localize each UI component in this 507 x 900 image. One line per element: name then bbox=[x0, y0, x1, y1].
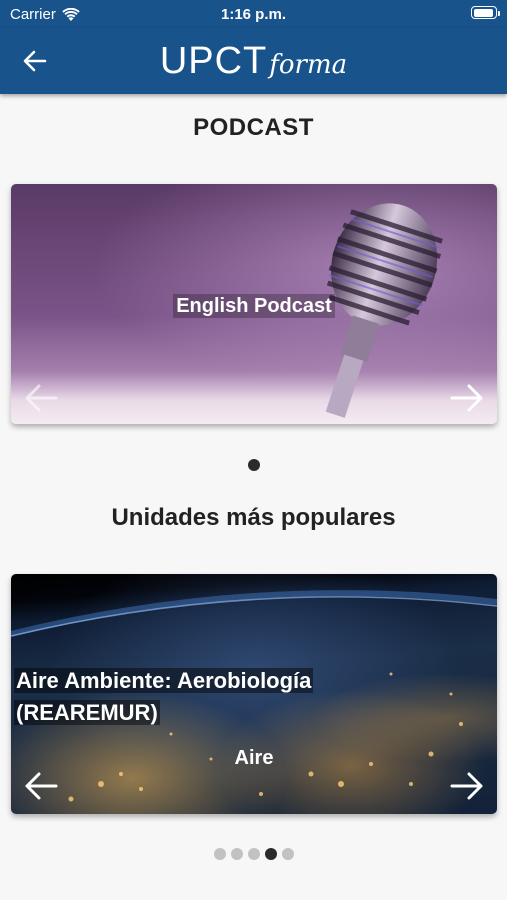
pagination-dot[interactable] bbox=[281, 848, 294, 860]
podcast-slide-title: English Podcast bbox=[173, 294, 335, 318]
carousel-prev-button[interactable] bbox=[21, 378, 61, 418]
logo-sub-text: forma bbox=[269, 50, 348, 80]
arrow-left-icon bbox=[25, 772, 58, 800]
podcast-slide-label: English Podcast bbox=[11, 292, 497, 320]
status-bar: Carrier 1:16 p.m. bbox=[0, 0, 507, 28]
podcast-pagination bbox=[0, 459, 507, 471]
battery-icon bbox=[471, 6, 500, 19]
logo-main-text: UPCT bbox=[159, 40, 268, 82]
podcast-section-title: PODCAST bbox=[193, 114, 314, 141]
carousel-prev-button[interactable] bbox=[21, 766, 61, 806]
podcast-carousel-card[interactable]: English Podcast bbox=[11, 184, 497, 424]
carousel-next-button[interactable] bbox=[447, 378, 487, 418]
pagination-dot[interactable] bbox=[247, 848, 260, 860]
units-section-title: Unidades más populares bbox=[111, 504, 396, 531]
arrow-right-icon bbox=[450, 384, 483, 412]
pagination-dot[interactable] bbox=[247, 459, 260, 471]
navigation-bar: UPCTforma bbox=[0, 28, 507, 94]
app-logo: UPCTforma bbox=[0, 40, 507, 83]
pagination-dot-active[interactable] bbox=[264, 848, 277, 860]
unit-carousel-card[interactable]: Aire Ambiente: Aerobiología (REAREMUR) A… bbox=[11, 574, 497, 814]
carousel-next-button[interactable] bbox=[447, 766, 487, 806]
unit-slide-subtitle: Aire bbox=[234, 747, 274, 769]
units-pagination bbox=[0, 848, 507, 860]
arrow-left-icon bbox=[25, 384, 58, 412]
unit-slide-label: Aire Ambiente: Aerobiología (REAREMUR) bbox=[11, 664, 391, 730]
arrow-right-icon bbox=[450, 772, 483, 800]
pagination-dot[interactable] bbox=[213, 848, 226, 860]
pagination-dot[interactable] bbox=[230, 848, 243, 860]
unit-slide-title: Aire Ambiente: Aerobiología (REAREMUR) bbox=[14, 668, 314, 725]
status-time: 1:16 p.m. bbox=[220, 6, 287, 23]
